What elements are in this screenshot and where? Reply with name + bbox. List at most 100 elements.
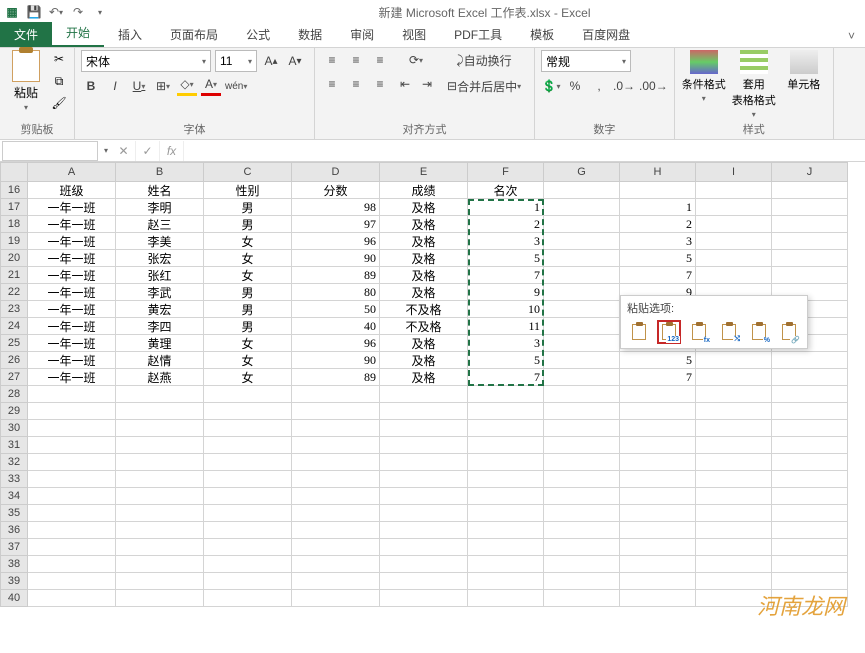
align-middle-icon[interactable]: ≡ — [345, 50, 367, 70]
tab-file[interactable]: 文件 — [0, 22, 52, 47]
cell[interactable] — [620, 590, 696, 607]
cell[interactable]: 性别 — [204, 182, 292, 199]
cell[interactable] — [544, 522, 620, 539]
cell[interactable] — [620, 471, 696, 488]
cut-icon[interactable]: ✂ — [50, 50, 68, 68]
cell[interactable]: 80 — [292, 284, 380, 301]
cell[interactable]: 男 — [204, 318, 292, 335]
cell[interactable]: 一年一班 — [28, 267, 116, 284]
save-icon[interactable]: 💾 — [26, 4, 42, 20]
cell[interactable] — [116, 590, 204, 607]
cell[interactable]: 赵燕 — [116, 369, 204, 386]
row-header[interactable]: 25 — [0, 335, 28, 352]
row-header[interactable]: 27 — [0, 369, 28, 386]
row-header[interactable]: 39 — [0, 573, 28, 590]
cell[interactable]: 一年一班 — [28, 301, 116, 318]
tab-data[interactable]: 数据 — [284, 22, 336, 47]
column-header[interactable]: H — [620, 162, 696, 182]
cell[interactable] — [116, 556, 204, 573]
cell[interactable]: 40 — [292, 318, 380, 335]
cell[interactable] — [116, 471, 204, 488]
row-header[interactable]: 40 — [0, 590, 28, 607]
cell[interactable]: 96 — [292, 233, 380, 250]
cell[interactable] — [468, 454, 544, 471]
cell[interactable] — [696, 488, 772, 505]
underline-button[interactable]: U▾ — [129, 76, 149, 96]
column-header[interactable]: B — [116, 162, 204, 182]
cell[interactable] — [292, 590, 380, 607]
cell[interactable] — [544, 199, 620, 216]
align-center-icon[interactable]: ≡ — [345, 74, 367, 94]
format-painter-icon[interactable]: 🖌 — [50, 94, 68, 112]
name-box[interactable] — [2, 141, 98, 161]
cell[interactable]: 姓名 — [116, 182, 204, 199]
cell[interactable]: 女 — [204, 352, 292, 369]
cell[interactable] — [28, 386, 116, 403]
cell[interactable]: 3 — [620, 233, 696, 250]
cell[interactable]: 男 — [204, 199, 292, 216]
cell[interactable] — [116, 539, 204, 556]
row-header[interactable]: 28 — [0, 386, 28, 403]
cell[interactable] — [468, 403, 544, 420]
cell[interactable] — [620, 488, 696, 505]
cell[interactable] — [696, 539, 772, 556]
cell[interactable]: 一年一班 — [28, 335, 116, 352]
cell[interactable]: 7 — [468, 267, 544, 284]
cell[interactable] — [620, 556, 696, 573]
cell[interactable]: 女 — [204, 369, 292, 386]
font-color-button[interactable]: A▾ — [201, 76, 221, 96]
row-header[interactable]: 34 — [0, 488, 28, 505]
cell[interactable] — [28, 420, 116, 437]
cell[interactable]: 90 — [292, 250, 380, 267]
cell[interactable] — [468, 522, 544, 539]
cell[interactable] — [204, 590, 292, 607]
cell[interactable] — [620, 573, 696, 590]
cell[interactable]: 赵三 — [116, 216, 204, 233]
cell[interactable]: 7 — [620, 267, 696, 284]
cell[interactable] — [292, 386, 380, 403]
cell[interactable] — [772, 556, 848, 573]
row-header[interactable]: 20 — [0, 250, 28, 267]
cell[interactable]: 98 — [292, 199, 380, 216]
cell[interactable] — [380, 573, 468, 590]
cell[interactable]: 5 — [620, 250, 696, 267]
cell[interactable] — [380, 386, 468, 403]
cell[interactable] — [696, 386, 772, 403]
cell[interactable] — [696, 403, 772, 420]
cell[interactable] — [204, 420, 292, 437]
cell[interactable]: 5 — [468, 352, 544, 369]
cell[interactable]: 李明 — [116, 199, 204, 216]
cell[interactable] — [468, 573, 544, 590]
cell[interactable] — [620, 420, 696, 437]
cell[interactable]: 男 — [204, 284, 292, 301]
cell[interactable] — [292, 522, 380, 539]
cell[interactable]: 一年一班 — [28, 318, 116, 335]
cell[interactable] — [544, 284, 620, 301]
cell[interactable]: 一年一班 — [28, 233, 116, 250]
row-header[interactable]: 16 — [0, 182, 28, 199]
row-header[interactable]: 24 — [0, 318, 28, 335]
cell[interactable] — [544, 403, 620, 420]
cell[interactable]: 男 — [204, 216, 292, 233]
cell[interactable] — [204, 522, 292, 539]
cell[interactable] — [292, 454, 380, 471]
cell[interactable] — [696, 182, 772, 199]
cell[interactable] — [696, 505, 772, 522]
percent-format-icon[interactable]: % — [565, 76, 585, 96]
tab-view[interactable]: 视图 — [388, 22, 440, 47]
row-header[interactable]: 38 — [0, 556, 28, 573]
cell[interactable] — [468, 539, 544, 556]
cell[interactable] — [620, 403, 696, 420]
tab-formulas[interactable]: 公式 — [232, 22, 284, 47]
spreadsheet-grid[interactable]: ABCDEFGHIJ16班级姓名性别分数成绩名次17一年一班李明男98及格111… — [0, 162, 865, 607]
cell[interactable]: 50 — [292, 301, 380, 318]
decrease-indent-icon[interactable]: ⇤ — [395, 74, 415, 94]
cell[interactable]: 2 — [620, 216, 696, 233]
cell[interactable]: 李美 — [116, 233, 204, 250]
cell[interactable] — [544, 267, 620, 284]
fill-color-button[interactable]: ◇▾ — [177, 76, 197, 96]
select-all-corner[interactable] — [0, 162, 28, 182]
cell[interactable] — [28, 454, 116, 471]
cell[interactable]: 90 — [292, 352, 380, 369]
cell-styles-button[interactable]: 单元格 — [781, 50, 827, 92]
